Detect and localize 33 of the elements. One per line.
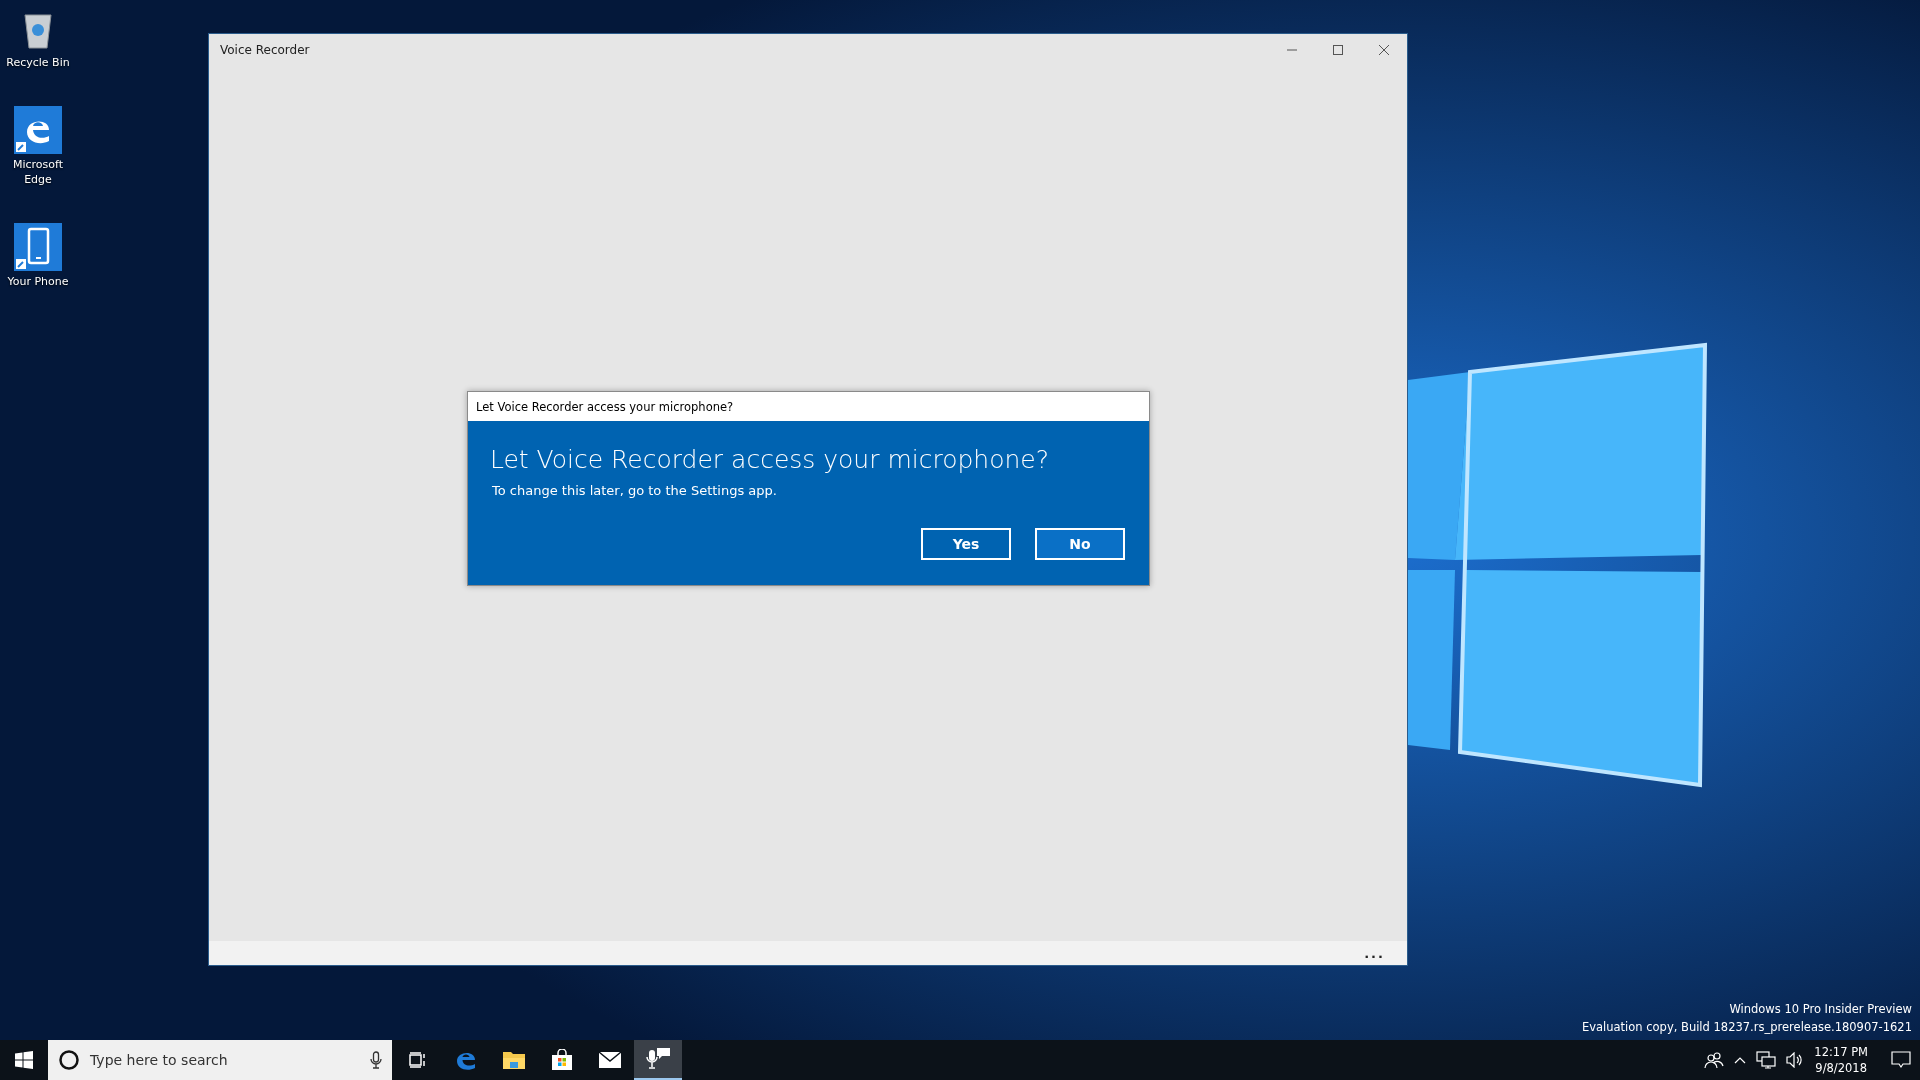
- search-field[interactable]: Type here to search: [48, 1040, 392, 1080]
- network-icon[interactable]: [1756, 1051, 1777, 1069]
- microphone-icon: [370, 1051, 382, 1069]
- window-title: Voice Recorder: [220, 43, 311, 57]
- chevron-up-icon[interactable]: [1734, 1056, 1747, 1064]
- notifications-icon[interactable]: [1890, 1050, 1912, 1070]
- edge-icon[interactable]: [14, 106, 62, 154]
- clock-date[interactable]: 9/8/2018: [1815, 1060, 1867, 1076]
- microphone-icon: [645, 1047, 671, 1071]
- desktop-icon-label: Microsoft Edge: [11, 157, 65, 187]
- cortana-icon: [58, 1049, 80, 1071]
- build-watermark-text: Evaluation copy, Build 18237.rs_prerelease.180907-1621: [1581, 1019, 1912, 1036]
- close-icon: [1379, 45, 1389, 55]
- volume-icon[interactable]: [1786, 1052, 1805, 1068]
- store-bag-icon: [551, 1049, 573, 1071]
- desktop-icon-label: Your Phone: [6, 274, 70, 289]
- build-watermark-text: Windows 10 Pro Insider Preview: [1729, 1001, 1912, 1018]
- desktop-icon-label: Recycle Bin: [6, 55, 70, 70]
- maximize-icon: [1333, 45, 1343, 55]
- taskbar-app-button[interactable]: [634, 1040, 682, 1080]
- mail-icon: [598, 1051, 622, 1069]
- task-view-icon: [409, 1052, 427, 1068]
- dialog-title: Let Voice Recorder access your microphone?: [476, 399, 734, 414]
- clock-time[interactable]: 12:17 PM: [1814, 1044, 1868, 1060]
- dialog-heading: Let Voice Recorder access your microphone?: [490, 444, 1050, 476]
- windows-logo-icon: [15, 1051, 33, 1069]
- people-icon[interactable]: [1704, 1051, 1725, 1069]
- phone-icon[interactable]: [14, 223, 62, 271]
- dialog-button[interactable]: No: [1035, 528, 1125, 560]
- dialog-button[interactable]: Yes: [921, 528, 1011, 560]
- folder-icon: [502, 1050, 526, 1070]
- more-button[interactable]: ...: [1364, 945, 1385, 961]
- dialog-message: To change this later, go to the Settings app.: [492, 483, 778, 498]
